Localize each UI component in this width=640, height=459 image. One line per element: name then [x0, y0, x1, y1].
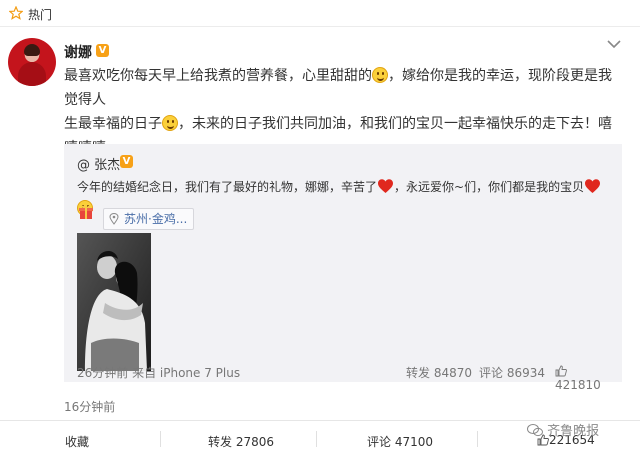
- repost-author[interactable]: @ 张杰: [77, 154, 120, 173]
- favorite-button[interactable]: 收藏: [65, 433, 89, 450]
- comment-button[interactable]: 评论 47100: [367, 433, 433, 450]
- star-icon: [9, 6, 23, 20]
- heart-icon: [585, 179, 601, 193]
- repost-card[interactable]: @ 张杰 V 今年的结婚纪念日，我们有了最好的礼物，娜娜，辛苦了 ，永远爱你~们，…: [64, 144, 622, 392]
- repost-time-source: 26分钟前 来自 iPhone 7 Plus: [77, 366, 241, 380]
- divider: [316, 431, 317, 447]
- blush-emoji-icon: [162, 115, 178, 131]
- author-avatar[interactable]: [8, 38, 56, 86]
- verified-badge: V: [96, 44, 109, 57]
- couple-photo-image: [77, 233, 151, 371]
- watermark-text: 齐鲁晚报: [547, 424, 600, 439]
- author-name[interactable]: 谢娜: [64, 42, 92, 62]
- chevron-down-icon[interactable]: [606, 38, 622, 50]
- repost-button[interactable]: 转发 27806: [208, 433, 274, 450]
- repost-count-button[interactable]: 转发 84870: [406, 364, 472, 381]
- divider: [477, 431, 478, 447]
- location-tag[interactable]: 苏州·金鸡...: [103, 208, 195, 230]
- repost-comment-button[interactable]: 评论 86934: [479, 364, 545, 381]
- hot-tab-label[interactable]: 热门: [28, 6, 52, 23]
- wechat-icon: [527, 424, 543, 437]
- location-pin-icon: [109, 213, 119, 225]
- smile-emoji-icon: [372, 67, 388, 83]
- post-photo[interactable]: [77, 233, 151, 371]
- repost-like-button[interactable]: 421810: [555, 364, 607, 392]
- thumbs-up-icon: [555, 365, 567, 377]
- post-time: 16分钟前: [64, 400, 116, 414]
- gift-icon: [79, 205, 93, 219]
- top-bar: 热门: [0, 0, 640, 27]
- divider: [160, 431, 161, 447]
- heart-icon: [378, 179, 394, 193]
- verified-badge: V: [120, 155, 133, 168]
- watermark: 齐鲁晚报: [527, 420, 599, 439]
